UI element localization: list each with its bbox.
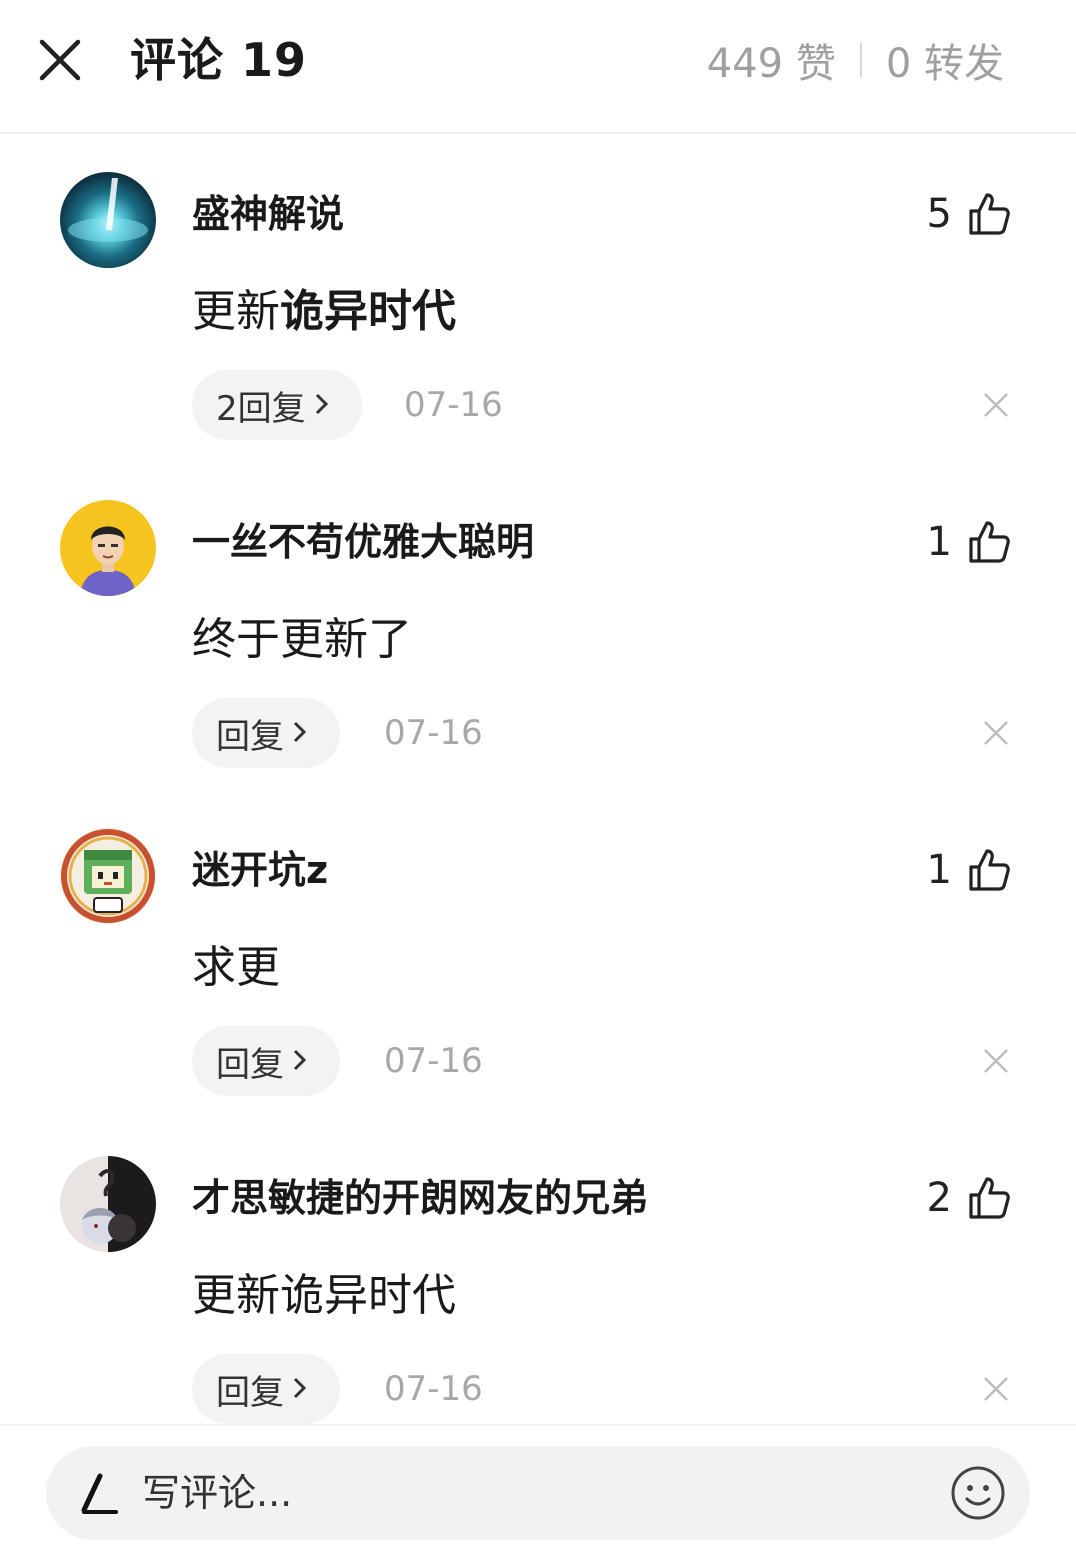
chevron-right-icon <box>292 1041 308 1081</box>
like-button[interactable]: 2 <box>927 1168 1010 1228</box>
comment-item: 才思敏捷的开朗网友的兄弟 2 更新诡异时代 回复 07-16 <box>0 1118 1076 1424</box>
shares-total: 0 转发 <box>885 41 1004 87</box>
anime-ink-avatar-icon <box>60 1156 156 1252</box>
comment-text: 更新诡异时代 <box>192 280 456 344</box>
comment-input[interactable]: 写评论... <box>46 1446 1030 1540</box>
comment-text-plain: 更新 <box>192 286 280 337</box>
reply-label: 2回复 <box>216 388 306 429</box>
close-icon[interactable] <box>982 391 1010 419</box>
chevron-right-icon <box>292 1369 308 1409</box>
reply-label: 回复 <box>216 716 284 757</box>
emoji-icon[interactable] <box>950 1465 1006 1521</box>
comment-item: 盛神解说 5 更新诡异时代 2回复 07-16 <box>0 134 1076 462</box>
close-icon[interactable] <box>982 719 1010 747</box>
galaxy-avatar-icon <box>60 172 156 268</box>
comment-input-placeholder: 写评论... <box>142 1471 293 1515</box>
comment-text-plain: 更新诡异时代 <box>192 1270 456 1321</box>
header: 评论 19 449 赞 0 转发 <box>0 0 1076 134</box>
comment-text: 更新诡异时代 <box>192 1264 456 1328</box>
reply-button[interactable]: 回复 <box>192 698 340 768</box>
page-title: 评论 19 <box>130 33 308 87</box>
comment-composer-bar: 写评论... <box>0 1424 1076 1554</box>
close-icon[interactable] <box>982 1375 1010 1403</box>
comment-date: 07-16 <box>384 1369 483 1409</box>
comment-item: 迷开坑z 1 求更 回复 07-16 <box>0 790 1076 1118</box>
likes-total: 449 赞 <box>706 41 836 87</box>
reply-button[interactable]: 回复 <box>192 1026 340 1096</box>
comment-date: 07-16 <box>404 385 503 425</box>
pen-icon <box>80 1470 120 1516</box>
like-count: 1 <box>926 519 952 565</box>
reply-button[interactable]: 2回复 <box>192 370 362 440</box>
comment-text: 求更 <box>192 936 280 1000</box>
avatar[interactable] <box>60 172 156 268</box>
comment-username[interactable]: 一丝不苟优雅大聪明 <box>192 514 534 570</box>
avatar[interactable] <box>60 828 156 924</box>
comment-text-plain: 求更 <box>192 942 280 993</box>
comment-text-highlight[interactable]: 诡异时代 <box>280 286 456 337</box>
block-character-avatar-icon <box>60 828 156 924</box>
close-icon[interactable] <box>36 36 84 84</box>
like-button[interactable]: 1 <box>927 840 1010 900</box>
reply-label: 回复 <box>216 1044 284 1085</box>
cartoon-boy-avatar-icon <box>60 500 156 596</box>
comment-list: 盛神解说 5 更新诡异时代 2回复 07-16 一丝不苟优雅大聪明 1 终于更新… <box>0 134 1076 1424</box>
chevron-right-icon <box>292 713 308 753</box>
reply-button[interactable]: 回复 <box>192 1354 340 1424</box>
comment-item: 一丝不苟优雅大聪明 1 终于更新了 回复 07-16 <box>0 462 1076 790</box>
comment-date: 07-16 <box>384 713 483 753</box>
avatar[interactable] <box>60 500 156 596</box>
thumbs-up-icon <box>969 193 1010 235</box>
thumbs-up-icon <box>969 1177 1010 1219</box>
comment-text-plain: 终于更新了 <box>192 614 412 665</box>
close-icon[interactable] <box>982 1047 1010 1075</box>
comment-date: 07-16 <box>384 1041 483 1081</box>
avatar[interactable] <box>60 1156 156 1252</box>
comment-username[interactable]: 迷开坑z <box>192 842 328 898</box>
like-button[interactable]: 5 <box>927 184 1010 244</box>
like-count: 2 <box>926 1175 952 1221</box>
stats-divider <box>859 43 862 77</box>
comment-username[interactable]: 盛神解说 <box>192 186 344 242</box>
like-count: 5 <box>926 191 952 237</box>
comment-username[interactable]: 才思敏捷的开朗网友的兄弟 <box>192 1170 648 1226</box>
thumbs-up-icon <box>969 849 1010 891</box>
reply-label: 回复 <box>216 1372 284 1413</box>
like-count: 1 <box>926 847 952 893</box>
post-stats: 449 赞 0 转发 <box>707 32 1004 88</box>
like-button[interactable]: 1 <box>927 512 1010 572</box>
comment-text: 终于更新了 <box>192 608 412 672</box>
chevron-right-icon <box>314 385 330 425</box>
thumbs-up-icon <box>969 521 1010 563</box>
